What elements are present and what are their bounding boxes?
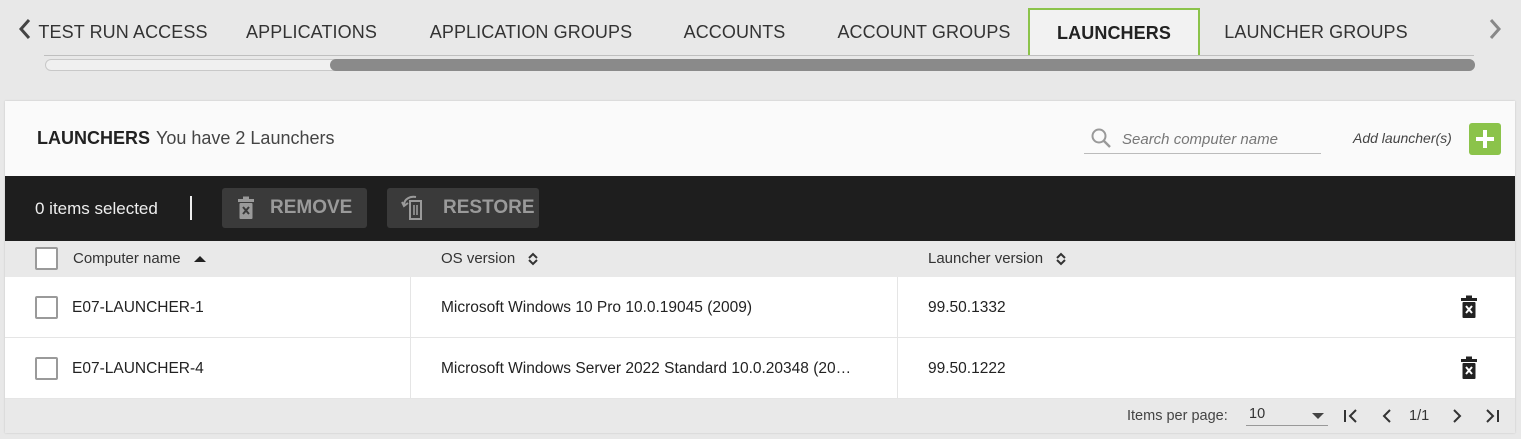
panel-header: LAUNCHERS You have 2 Launchers Add launc…	[5, 101, 1515, 176]
tab-underline	[44, 55, 1474, 56]
tab-application-groups[interactable]: APPLICATION GROUPS	[413, 8, 649, 56]
first-page-icon[interactable]	[1342, 407, 1360, 425]
row-checkbox[interactable]	[35, 296, 58, 319]
remove-button-label: REMOVE	[270, 197, 353, 218]
computer-name-cell: E07-LAUNCHER-1	[72, 298, 204, 316]
plus-icon	[1476, 130, 1494, 148]
column-header-label: Computer name	[73, 250, 181, 267]
add-launchers-label: Add launcher(s)	[1353, 130, 1452, 146]
items-per-page-label: Items per page:	[1127, 408, 1228, 424]
launcher-count-text: You have 2 Launchers	[156, 128, 335, 148]
add-launcher-button[interactable]	[1469, 123, 1501, 155]
pagination-bar: Items per page: 10 1/1	[5, 399, 1515, 433]
row-checkbox[interactable]	[35, 357, 58, 380]
tab-accounts[interactable]: ACCOUNTS	[649, 8, 820, 56]
selected-count-text: 0 items selected	[35, 199, 158, 218]
column-divider	[410, 277, 411, 338]
launchers-panel: LAUNCHERS You have 2 Launchers Add launc…	[5, 101, 1515, 433]
tab-test-run-access[interactable]: TEST RUN ACCESS	[36, 8, 210, 56]
table-header: Computer name OS version Launcher versio…	[5, 241, 1515, 277]
table-row[interactable]: E07-LAUNCHER-1 Microsoft Windows 10 Pro …	[5, 277, 1515, 338]
chevron-right-icon	[1489, 19, 1502, 39]
column-header-label: Launcher version	[928, 250, 1044, 267]
chevron-left-icon	[18, 19, 31, 39]
table-row[interactable]: E07-LAUNCHER-4 Microsoft Windows Server …	[5, 338, 1515, 399]
delete-row-trash-icon[interactable]	[1459, 295, 1479, 319]
search-input[interactable]	[1122, 129, 1317, 149]
divider	[190, 196, 192, 220]
column-divider	[897, 338, 898, 399]
tab-bar: TEST RUN ACCESS APPLICATIONS APPLICATION…	[0, 0, 1521, 71]
restore-button-label: RESTORE	[443, 197, 535, 218]
restore-icon	[401, 195, 422, 220]
tab-applications[interactable]: APPLICATIONS	[210, 8, 413, 56]
remove-button[interactable]: REMOVE	[222, 188, 367, 228]
column-header-label: OS version	[441, 250, 516, 267]
page-title: LAUNCHERS	[37, 128, 151, 148]
search-field	[1084, 123, 1321, 154]
column-header-os-version[interactable]: OS version	[441, 250, 539, 267]
previous-page-icon[interactable]	[1378, 407, 1396, 425]
search-icon	[1091, 128, 1111, 148]
tab-launcher-groups[interactable]: LAUNCHER GROUPS	[1200, 8, 1432, 56]
items-per-page-select[interactable]: 10	[1246, 406, 1328, 426]
os-version-cell: Microsoft Windows Server 2022 Standard 1…	[441, 359, 852, 377]
delete-row-trash-icon[interactable]	[1459, 356, 1479, 380]
launcher-version-cell: 99.50.1222	[928, 359, 1006, 377]
items-per-page-value: 10	[1249, 406, 1266, 422]
column-divider	[410, 338, 411, 399]
column-divider	[897, 277, 898, 338]
launcher-version-cell: 99.50.1332	[928, 298, 1006, 316]
column-header-computer-name[interactable]: Computer name	[73, 250, 207, 267]
sort-icon	[1056, 252, 1066, 265]
sort-icon	[528, 252, 538, 265]
tab-launchers[interactable]: LAUNCHERS	[1028, 8, 1200, 56]
selection-action-bar: 0 items selected REMOVE RESTORE	[5, 176, 1515, 241]
column-header-launcher-version[interactable]: Launcher version	[928, 250, 1067, 267]
trash-icon	[238, 196, 254, 219]
select-all-checkbox[interactable]	[35, 247, 58, 270]
os-version-cell: Microsoft Windows 10 Pro 10.0.19045 (200…	[441, 298, 753, 316]
tabs-scrollbar-thumb[interactable]	[330, 59, 1475, 71]
tab-account-groups[interactable]: ACCOUNT GROUPS	[820, 8, 1028, 56]
restore-button[interactable]: RESTORE	[387, 188, 539, 228]
page-indicator: 1/1	[1409, 408, 1430, 424]
tabs-scroll-right-button[interactable]	[1480, 14, 1510, 44]
computer-name-cell: E07-LAUNCHER-4	[72, 359, 204, 377]
next-page-icon[interactable]	[1448, 407, 1466, 425]
tab-list: TEST RUN ACCESS APPLICATIONS APPLICATION…	[36, 8, 1476, 56]
sort-ascending-icon	[193, 255, 206, 262]
dropdown-caret-icon	[1312, 413, 1324, 419]
last-page-icon[interactable]	[1483, 407, 1501, 425]
